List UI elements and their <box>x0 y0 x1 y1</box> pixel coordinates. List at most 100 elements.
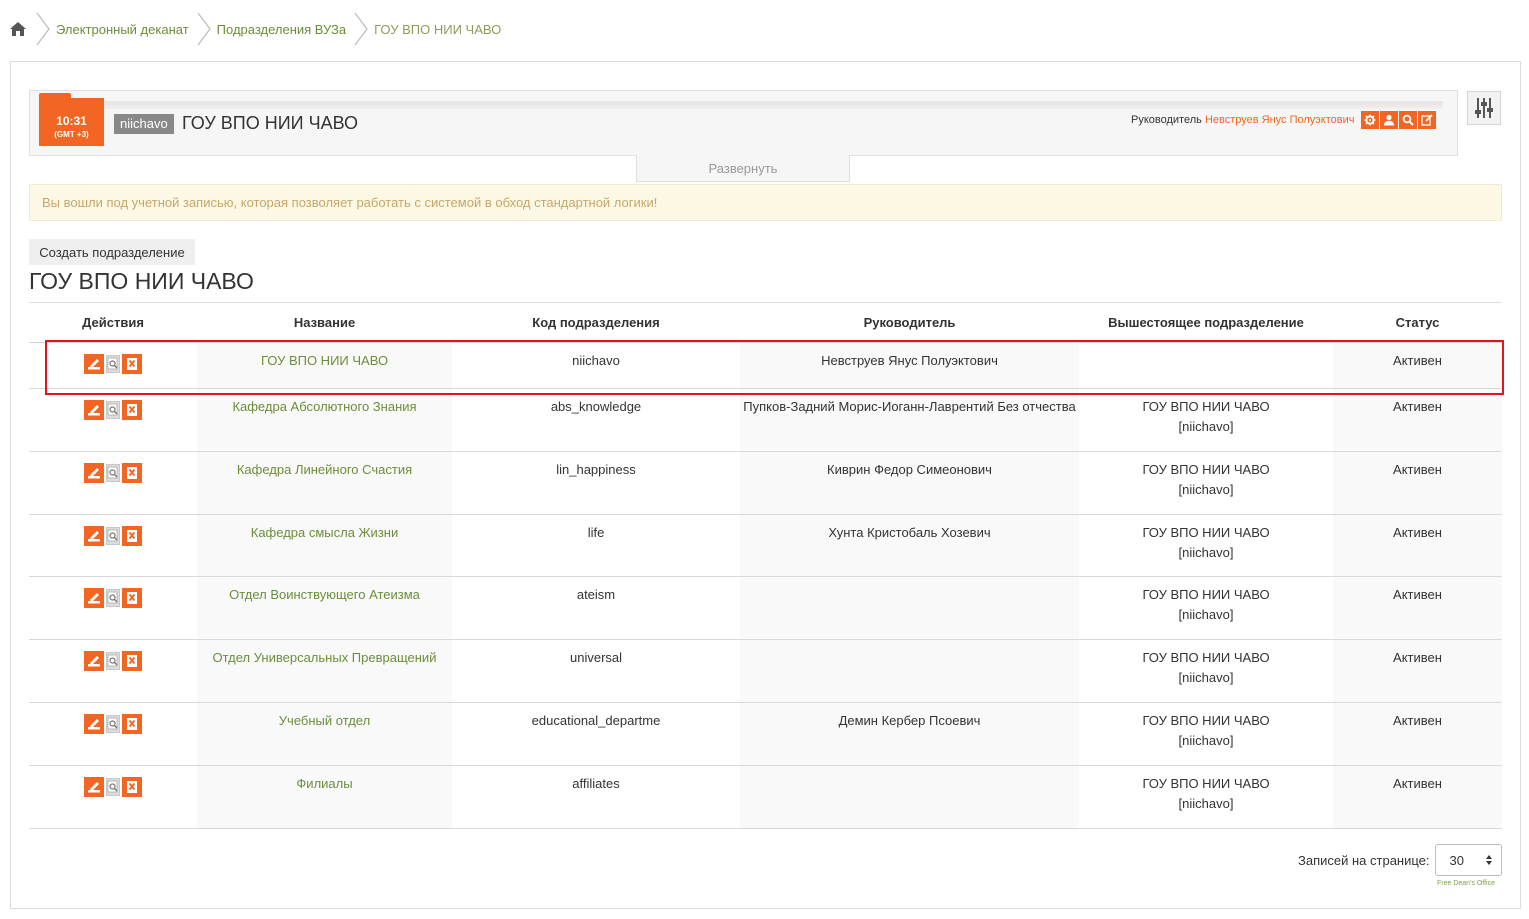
unit-status-cell: Активен <box>1333 640 1502 702</box>
view-record-icon[interactable] <box>106 715 120 733</box>
per-page-value: 30 <box>1449 852 1464 868</box>
breadcrumb-item-departments[interactable]: Подразделения ВУЗа <box>217 22 346 37</box>
table-row: Отдел Воинствующего Атеизма ateism ГОУ ВПО… <box>29 577 1502 640</box>
footer-note: Free Dean's Office <box>1437 880 1496 887</box>
view-record-icon[interactable] <box>106 464 120 482</box>
unit-name-link[interactable]: Отдел Воинствующего Атеизма <box>229 587 420 602</box>
unit-name-cell: Кафедра Абсолютного Знания <box>197 389 452 451</box>
unit-name-cell: Филиалы <box>197 766 452 828</box>
unit-name-link[interactable]: Отдел Универсальных Превращений <box>213 650 437 665</box>
unit-name-link[interactable]: Кафедра Абсолютного Знания <box>232 399 416 414</box>
parent-name: ГОУ ВПО НИИ ЧАВО <box>1142 650 1270 665</box>
unit-name-link[interactable]: Филиалы <box>296 776 352 791</box>
unit-name-link[interactable]: Учебный отдел <box>279 713 370 728</box>
row-actions <box>29 766 197 828</box>
unit-code-cell: lin_happiness <box>556 462 636 477</box>
parent-name: ГОУ ВПО НИИ ЧАВО <box>1142 776 1270 791</box>
col-head: Руководитель <box>863 315 956 330</box>
unit-name-cell: Кафедра смысла Жизни <box>197 515 452 576</box>
user-button[interactable] <box>1380 111 1398 129</box>
chevron-right-icon <box>354 12 368 46</box>
view-record-icon[interactable] <box>106 778 120 796</box>
delete-record-icon[interactable] <box>122 400 142 420</box>
head-label: Руководитель <box>1131 114 1202 126</box>
col-parent: Вышестоящее подразделение <box>1108 315 1304 330</box>
unit-code-cell: abs_knowledge <box>550 399 642 414</box>
delete-record-icon[interactable] <box>122 588 142 608</box>
expand-toggle[interactable]: Развернуть <box>636 155 850 182</box>
delete-record-icon[interactable] <box>122 354 142 374</box>
edit-record-icon[interactable] <box>84 526 104 546</box>
unit-status-cell: Активен <box>1333 515 1502 576</box>
row-actions <box>29 577 197 639</box>
edit-record-icon[interactable] <box>84 588 104 608</box>
delete-record-icon[interactable] <box>122 463 142 483</box>
view-record-icon[interactable] <box>106 401 120 419</box>
table-row: Отдел Универсальных Превращений universal… <box>29 640 1502 703</box>
parent-code: [niichavo] <box>1178 419 1234 434</box>
search-button[interactable] <box>1399 111 1417 129</box>
view-record-icon[interactable] <box>106 652 120 670</box>
warning-alert: Вы вошли под учетной записью, которая по… <box>29 184 1502 221</box>
breadcrumb-item-current[interactable]: ГОУ ВПО НИИ ЧАВО <box>374 22 501 37</box>
header-strip <box>104 101 1443 109</box>
unit-code-cell: affiliates <box>572 776 620 791</box>
units-table: Действия Название Код подразделения Руко… <box>29 303 1502 829</box>
parent-name: ГОУ ВПО НИИ ЧАВО <box>1142 713 1270 728</box>
parent-name: ГОУ ВПО НИИ ЧАВО <box>1142 462 1270 477</box>
unit-head-cell: Киврин Федор Симеонович <box>740 452 1079 514</box>
edit-record-icon[interactable] <box>84 400 104 420</box>
settings-sliders-button[interactable] <box>1467 91 1501 125</box>
delete-record-icon[interactable] <box>122 651 142 671</box>
view-record-icon[interactable] <box>106 355 120 373</box>
page-title: ГОУ ВПО НИИ ЧАВО <box>29 268 254 294</box>
parent-code: [niichavo] <box>1178 607 1234 622</box>
view-record-icon[interactable] <box>106 527 120 545</box>
delete-record-icon[interactable] <box>122 777 142 797</box>
unit-code-cell: ateism <box>576 587 616 602</box>
pagination: Записей на странице: 30 <box>1298 844 1502 876</box>
edit-record-icon[interactable] <box>84 354 104 374</box>
head-name-link[interactable]: Невструев Янус Полуэктович <box>1205 114 1355 126</box>
table-row: Кафедра смысла Жизни life Хунта Кристобаль… <box>29 515 1502 577</box>
gear-button[interactable] <box>1361 111 1379 129</box>
edit-record-icon[interactable] <box>84 777 104 797</box>
unit-name-link[interactable]: Кафедра смысла Жизни <box>251 525 398 540</box>
edit-icon <box>1421 114 1433 126</box>
unit-name-cell: ГОУ ВПО НИИ ЧАВО <box>197 343 452 388</box>
head-info: Руководитель Невструев Янус Полуэктович <box>1131 111 1354 129</box>
parent-code: [niichavo] <box>1178 545 1234 560</box>
unit-code-cell: life <box>587 525 605 540</box>
unit-name-cell: Учебный отдел <box>197 703 452 765</box>
table-row: Кафедра Линейного Счастия lin_happiness Ки… <box>29 452 1502 515</box>
search-icon <box>1402 114 1414 126</box>
unit-parent-cell <box>1079 343 1333 388</box>
delete-record-icon[interactable] <box>122 526 142 546</box>
table-body: ГОУ ВПО НИИ ЧАВО niichavo Невструев Янус П… <box>29 343 1502 829</box>
unit-name-link[interactable]: Кафедра Линейного Счастия <box>237 462 412 477</box>
unit-status-cell: Активен <box>1333 577 1502 639</box>
chevron-right-icon <box>36 12 50 46</box>
edit-record-icon[interactable] <box>84 463 104 483</box>
select-arrows-icon <box>1485 855 1492 865</box>
edit-button[interactable] <box>1418 111 1436 129</box>
breadcrumb-item-dean-office[interactable]: Электронный деканат <box>56 22 189 37</box>
edit-record-icon[interactable] <box>84 714 104 734</box>
home-icon[interactable] <box>8 19 28 39</box>
parent-code: [niichavo] <box>1178 796 1234 811</box>
per-page-select[interactable]: 30 <box>1434 844 1502 876</box>
sliders-icon <box>1475 98 1493 118</box>
col-status: Статус <box>1395 315 1440 330</box>
unit-head-cell <box>740 640 1079 702</box>
breadcrumb: Электронный деканат Подразделения ВУЗа Г… <box>8 12 501 46</box>
edit-record-icon[interactable] <box>84 651 104 671</box>
table-row: Учебный отдел educational_departme Демин К… <box>29 703 1502 766</box>
create-unit-button[interactable]: Создать подразделение <box>29 239 195 265</box>
unit-status-cell: Активен <box>1333 389 1502 451</box>
unit-head-cell <box>740 577 1079 639</box>
table-row: Кафедра Абсолютного Знания abs_knowledge П… <box>29 389 1502 452</box>
unit-name-link[interactable]: ГОУ ВПО НИИ ЧАВО <box>261 353 388 368</box>
delete-record-icon[interactable] <box>122 714 142 734</box>
unit-parent-cell: ГОУ ВПО НИИ ЧАВО [niichavo] <box>1079 452 1333 514</box>
view-record-icon[interactable] <box>106 589 120 607</box>
